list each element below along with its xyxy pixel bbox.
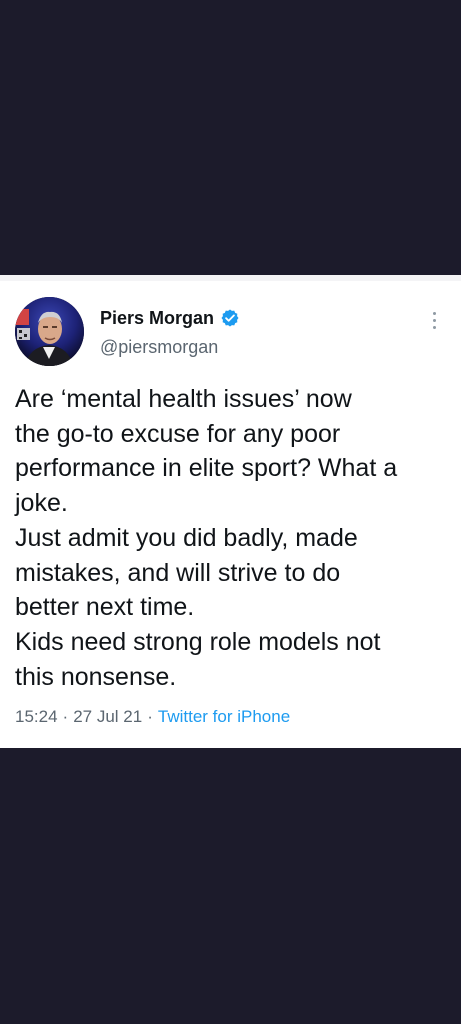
dot: [432, 318, 436, 322]
dot: [432, 325, 436, 329]
more-options-icon[interactable]: [425, 307, 443, 333]
display-name[interactable]: Piers Morgan: [100, 308, 214, 329]
divider: [0, 275, 461, 281]
separator: ·: [147, 707, 153, 726]
tweet-time: 15:24: [15, 707, 58, 726]
tweet-text: Are ‘mental health issues’ now the go-to…: [15, 385, 398, 691]
tweet-meta: 15:24 · 27 Jul 21 · Twitter for iPhone: [15, 707, 290, 727]
avatar[interactable]: [15, 297, 84, 366]
user-handle[interactable]: @piersmorgan: [100, 337, 218, 358]
verified-badge-icon: [220, 308, 240, 328]
name-row: Piers Morgan: [100, 306, 240, 330]
tweet-card[interactable]: Piers Morgan @piersmorgan Are ‘mental he…: [0, 275, 461, 748]
separator: ·: [62, 707, 69, 726]
tweet-date: 27 Jul 21: [73, 707, 143, 726]
screen: Piers Morgan @piersmorgan Are ‘mental he…: [0, 0, 461, 1024]
avatar-image: [15, 297, 84, 366]
tweet-source-link[interactable]: Twitter for iPhone: [158, 707, 290, 727]
dot: [432, 311, 436, 315]
